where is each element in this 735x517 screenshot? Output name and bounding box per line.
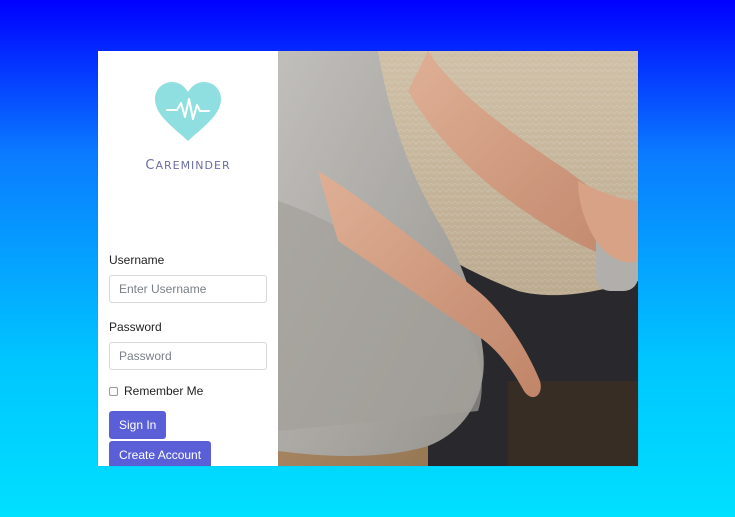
login-form: Username Password Remember Me Sign In Cr…	[109, 253, 269, 466]
remember-me-label[interactable]: Remember Me	[124, 384, 203, 398]
create-account-button[interactable]: Create Account	[109, 441, 212, 466]
brand-name: Careminder	[145, 153, 231, 174]
logo: Careminder	[98, 81, 278, 174]
heart-pulse-icon	[155, 82, 221, 141]
sign-in-button[interactable]: Sign In	[109, 411, 167, 439]
password-label: Password	[109, 320, 162, 334]
username-input[interactable]	[109, 275, 267, 303]
username-label: Username	[109, 253, 165, 267]
password-input[interactable]	[109, 342, 267, 370]
remember-me-row: Remember Me	[109, 384, 269, 398]
remember-me-checkbox[interactable]	[109, 386, 118, 396]
login-panel: Careminder Username Password Remember Me…	[98, 51, 278, 466]
hands-photo-image	[278, 51, 638, 466]
hero-photo	[278, 51, 638, 466]
login-card: Careminder Username Password Remember Me…	[98, 51, 638, 466]
